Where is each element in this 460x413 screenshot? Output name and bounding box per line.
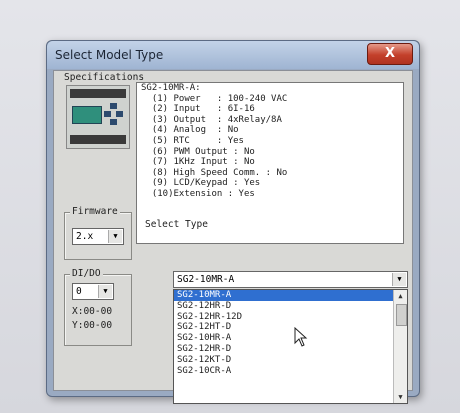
close-button[interactable]: X: [367, 43, 413, 65]
select-type-label: Select Type: [145, 219, 208, 230]
spec-line: (5) RTC : Yes: [141, 135, 244, 146]
dropdown-option-selected[interactable]: SG2-10MR-A: [174, 290, 407, 301]
select-type-combobox[interactable]: SG2-10MR-A ▼: [173, 271, 408, 288]
io-select[interactable]: 0 ▼: [72, 283, 114, 300]
dropdown-option[interactable]: SG2-12HR-D: [174, 301, 407, 312]
firmware-legend: Firmware: [70, 206, 120, 217]
dropdown-option[interactable]: SG2-12KT-D: [174, 355, 407, 366]
scroll-thumb[interactable]: [396, 304, 407, 326]
dialog-title: Select Model Type: [55, 48, 164, 62]
spec-line: (6) PWM Output : No: [141, 146, 255, 157]
scroll-down-icon[interactable]: ▼: [394, 391, 407, 403]
mouse-pointer-icon: [294, 327, 308, 347]
chevron-down-icon[interactable]: ▼: [108, 230, 122, 243]
title-bar[interactable]: Select Model Type X: [47, 41, 419, 69]
io-legend: DI/DO: [70, 268, 103, 279]
dropdown-option[interactable]: SG2-12HR-12D: [174, 312, 407, 323]
scroll-up-icon[interactable]: ▲: [394, 290, 407, 302]
plc-lcd-screen: [72, 106, 102, 124]
spec-line: (9) LCD/Keypad : Yes: [141, 178, 261, 189]
specifications-text: SG2-10MR-A: (1) Power : 100-240 VAC (2) …: [136, 82, 404, 244]
spec-line: (3) Output : 4xRelay/8A: [141, 114, 282, 125]
spec-line: (4) Analog : No: [141, 125, 239, 136]
chevron-down-icon[interactable]: ▼: [98, 285, 112, 298]
x-range-label: X:00-00: [72, 306, 113, 317]
plc-model-image: [66, 85, 130, 149]
select-model-dialog: Select Model Type X Specifications SG2-1…: [46, 40, 420, 404]
dropdown-option[interactable]: SG2-12HT-D: [174, 322, 407, 333]
select-type-value: SG2-10MR-A: [177, 274, 235, 285]
firmware-value: 2.x: [76, 231, 94, 242]
model-type-dropdown-list[interactable]: SG2-10MR-A SG2-12HR-D SG2-12HR-12D SG2-1…: [173, 289, 408, 404]
spec-line: (7) 1KHz Input : No: [141, 157, 255, 168]
dropdown-option[interactable]: SG2-12HR-D: [174, 344, 407, 355]
spec-line: (2) Input : 6I-16: [141, 104, 255, 115]
spec-line: SG2-10MR-A:: [141, 83, 201, 93]
spec-line: (1) Power : 100-240 VAC: [141, 93, 288, 104]
spec-line: (8) High Speed Comm. : No: [141, 167, 288, 178]
dropdown-scrollbar[interactable]: ▲ ▼: [393, 290, 407, 403]
io-value: 0: [76, 286, 82, 297]
chevron-down-icon[interactable]: ▼: [392, 273, 406, 286]
dialog-client-area: Specifications SG2-10MR-A: (1) Power : 1…: [53, 70, 413, 404]
dropdown-option[interactable]: SG2-10CR-A: [174, 366, 407, 377]
plc-keypad-icon: [104, 103, 124, 125]
spec-line: (10)Extension : Yes: [141, 188, 255, 199]
specifications-legend: Specifications: [64, 72, 145, 83]
dropdown-option[interactable]: SG2-10HR-A: [174, 333, 407, 344]
firmware-select[interactable]: 2.x ▼: [72, 228, 124, 245]
y-range-label: Y:00-00: [72, 320, 113, 331]
